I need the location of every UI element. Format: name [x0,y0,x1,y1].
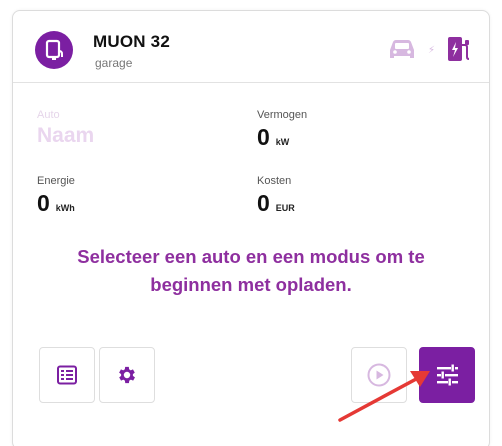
play-icon [367,363,391,387]
charge-mode-button[interactable] [419,347,475,403]
charging-station-icon [448,37,470,61]
vermogen-field: Vermogen 0 kW [257,109,307,151]
start-charging-button[interactable] [351,347,407,403]
tune-sliders-icon [437,364,458,386]
car-icon [389,40,414,58]
gear-icon [119,366,135,384]
auto-name: Naam [37,124,95,147]
energie-label: Energie [37,175,75,187]
energie-field: Energie 0 kWh [37,175,75,217]
kosten-unit: EUR [275,203,295,213]
vermogen-value: 0 [257,124,270,150]
charger-device-icon [45,39,63,60]
start-prompt: Selecteer een auto en een modus om te be… [13,243,489,299]
start-prompt-line-1: Selecteer een auto en een modus om te [77,246,425,267]
charger-logo [35,31,73,69]
settings-button[interactable] [99,347,155,403]
auto-label: Auto [37,109,60,121]
charger-card: MUON 32 garage ⚡ Auto Naam Vermogen 0 kW… [12,10,490,446]
kosten-field: Kosten 0 EUR [257,175,295,217]
bolt-icon: ⚡ [427,44,435,56]
charger-location: garage [95,56,133,70]
charger-title: MUON 32 [93,32,170,51]
kosten-label: Kosten [257,175,292,187]
start-prompt-line-2: beginnen met opladen. [150,274,352,295]
energie-value: 0 [37,190,50,216]
card-header: MUON 32 garage ⚡ [13,11,489,83]
energie-unit: kWh [55,203,75,213]
vermogen-unit: kW [275,137,290,147]
kosten-value: 0 [257,190,270,216]
connection-status: ⚡ [386,35,473,65]
vermogen-label: Vermogen [257,109,308,121]
history-button[interactable] [39,347,95,403]
auto-field[interactable]: Auto Naam [37,109,94,148]
list-icon [57,365,77,385]
